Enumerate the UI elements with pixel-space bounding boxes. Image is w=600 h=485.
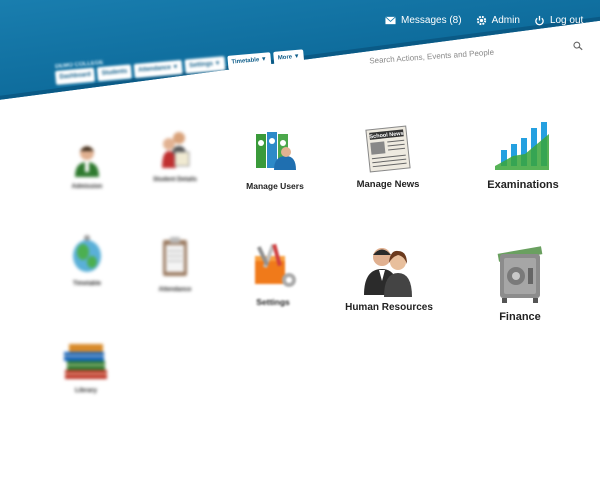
tile-timetable[interactable]: Timetable (52, 232, 122, 287)
tile-label: Attendance (158, 287, 192, 293)
tile-label: Human Resources (345, 302, 433, 313)
tab-settings[interactable]: Settings ▼ (184, 56, 226, 74)
manage-news-icon: School News (365, 125, 411, 173)
tile-settings[interactable]: Settings (240, 240, 306, 307)
tab-dashboard[interactable]: Dashboard (55, 67, 96, 85)
library-icon (64, 344, 107, 379)
settings-icon (255, 243, 296, 287)
messages-link[interactable]: Messages (8) (385, 15, 462, 26)
tile-examinations[interactable]: Examinations (478, 118, 568, 191)
envelope-icon (385, 15, 396, 24)
timetable-icon (73, 235, 101, 272)
tile-manage-users[interactable]: Manage Users (240, 128, 310, 191)
admission-icon (75, 146, 99, 177)
tile-label: Timetable (73, 281, 101, 287)
tile-human-resources[interactable]: Human Resources (340, 243, 438, 313)
search-icon[interactable] (572, 41, 583, 52)
tile-label: Finance (499, 311, 541, 323)
tile-label: Student Details (153, 177, 197, 183)
tab-timetable[interactable]: Timetable ▼ (226, 52, 272, 70)
tile-finance[interactable]: Finance (482, 244, 558, 323)
tab-more[interactable]: More ▼ (273, 49, 305, 66)
tile-label: Manage Users (246, 181, 304, 191)
tile-attendance[interactable]: Attendance (140, 234, 210, 293)
top-user-bar: Messages (8) Admin Log out (385, 10, 600, 30)
power-icon (535, 15, 544, 25)
examinations-icon (495, 122, 549, 170)
admin-label: Admin (491, 14, 520, 26)
tile-student-details[interactable]: Student Details (138, 128, 212, 183)
admin-link[interactable]: Admin (476, 15, 520, 26)
logout-link[interactable]: Log out (534, 15, 583, 26)
logout-label: Log out (549, 14, 584, 26)
tile-label: Manage News (356, 179, 420, 190)
finance-icon (497, 246, 543, 303)
tile-label: Admission (71, 184, 103, 190)
attendance-icon (163, 237, 187, 276)
tab-students[interactable]: Students (97, 64, 132, 82)
human-resources-icon (364, 248, 412, 297)
manage-users-icon (256, 132, 296, 170)
tile-label: Examinations (487, 179, 559, 191)
gear-icon (476, 15, 486, 25)
tile-label: Library (74, 387, 98, 394)
tile-label: Settings (256, 297, 290, 307)
tab-attendance[interactable]: Attendance ▼ (133, 59, 184, 79)
messages-label: Messages (8) (401, 14, 462, 26)
tile-manage-news[interactable]: School News Manage News (348, 124, 428, 190)
tile-admission[interactable]: Admission (52, 143, 122, 190)
student-details-icon (162, 132, 190, 168)
tile-library[interactable]: Library (50, 340, 122, 394)
